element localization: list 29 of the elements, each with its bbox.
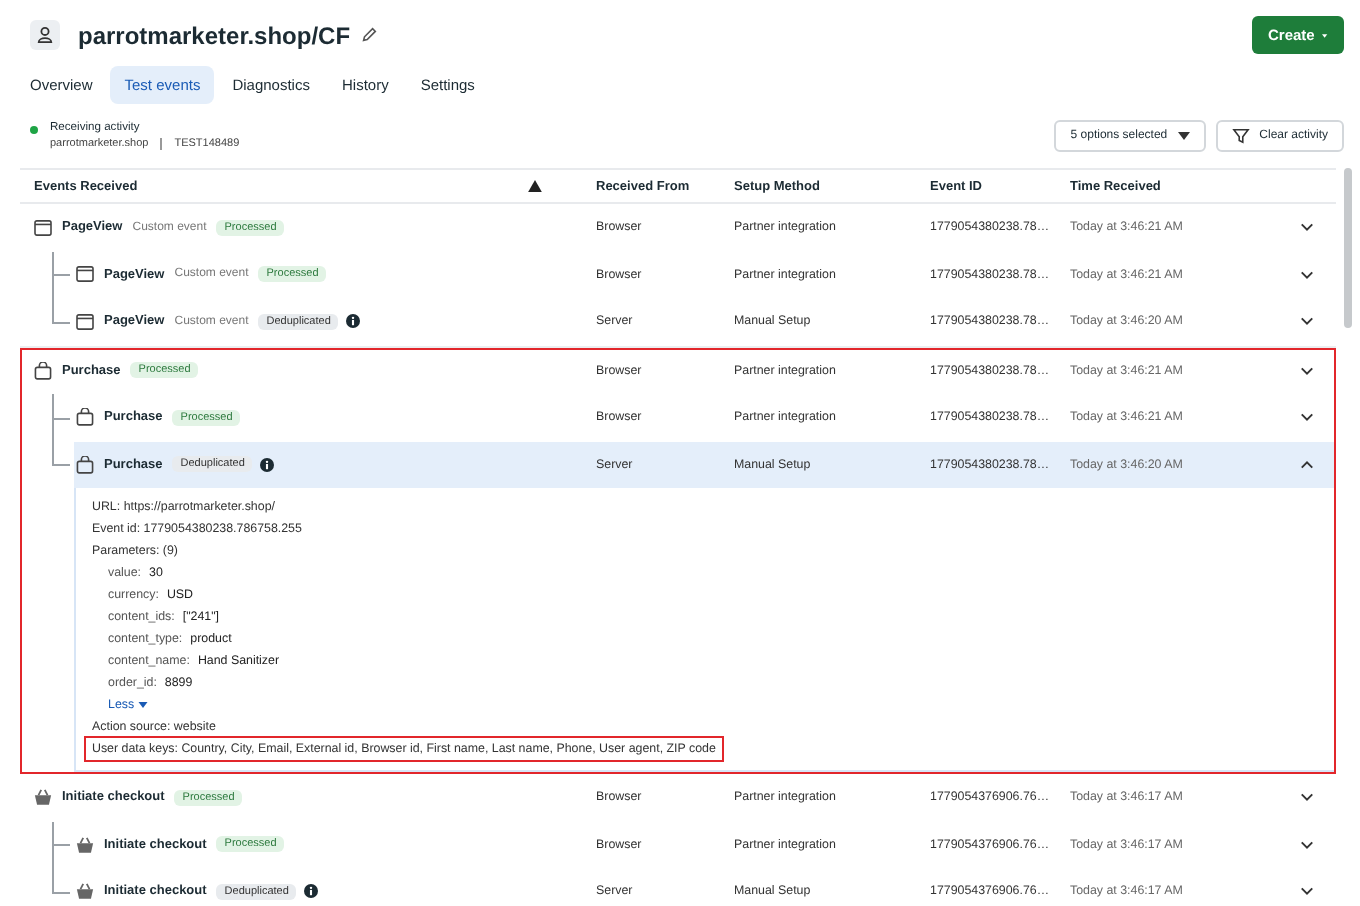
shopping-bag-icon (76, 408, 94, 427)
caret-icon (1322, 31, 1328, 39)
chevron-down-icon[interactable] (1300, 365, 1314, 376)
chevron-down-icon[interactable] (1300, 886, 1314, 897)
caret-icon (138, 702, 149, 708)
shopping-bag-icon (76, 455, 94, 474)
chevron-down-icon[interactable] (1300, 792, 1314, 803)
chevron-down-icon[interactable] (1300, 316, 1314, 327)
basket-icon (76, 882, 94, 901)
edit-icon[interactable] (360, 26, 379, 44)
chevron-up-icon[interactable] (1300, 459, 1314, 470)
chevron-down-icon[interactable] (1300, 412, 1314, 423)
funnel-icon (1231, 128, 1250, 144)
chevron-down-icon[interactable] (1300, 839, 1314, 850)
caret-icon (1177, 132, 1190, 140)
info-icon[interactable] (260, 457, 275, 472)
window-icon (76, 313, 94, 330)
info-icon[interactable] (346, 314, 361, 329)
chevron-down-icon[interactable] (1300, 269, 1314, 280)
basket-icon (76, 835, 94, 854)
page-title: parrotmarketer.shop/CF (78, 21, 351, 49)
window-icon (76, 266, 94, 283)
account-icon (30, 20, 60, 50)
chevron-down-icon[interactable] (1300, 222, 1314, 233)
basket-icon (34, 788, 52, 807)
warning-icon (528, 180, 542, 192)
info-icon[interactable] (304, 884, 319, 899)
window-icon (34, 219, 52, 236)
shopping-bag-icon (34, 361, 52, 380)
